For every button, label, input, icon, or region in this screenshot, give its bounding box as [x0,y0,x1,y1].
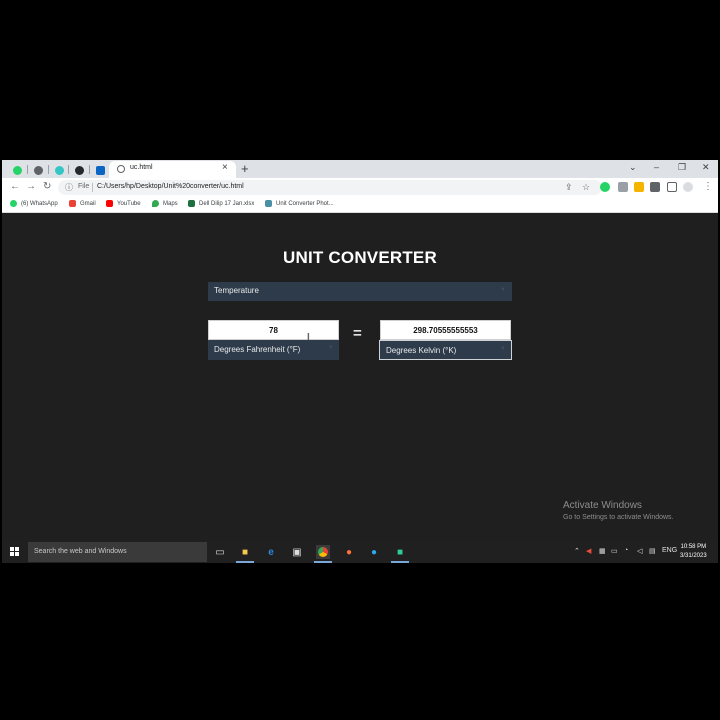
language-indicator[interactable]: ENG [662,547,677,554]
bookmark-star-icon[interactable]: ☆ [582,182,590,193]
telegram-icon[interactable]: ● [367,545,381,559]
extensions-puzzle-icon[interactable] [650,182,660,192]
taskbar-clock[interactable]: 10:58 PM 3/31/2023 [680,543,707,561]
chrome-icon[interactable] [316,545,330,559]
close-tab-icon[interactable]: × [222,162,228,173]
store-icon[interactable]: ▣ [290,545,304,559]
extension-icon[interactable] [618,182,628,192]
chevron-down-icon: ▼ [500,346,506,352]
whatsapp-icon [10,200,17,207]
equals-sign: = [353,325,362,342]
excel-icon [188,200,195,207]
chevron-down-icon: ▼ [328,345,334,351]
tray-notification-icon[interactable]: ▤ [649,547,656,555]
browser-toolbar: ← → ↻ ⓘ File C:/Users/hp/Desktop/Unit%20… [2,178,718,197]
tab-strip: uc.html × + ⌄ – ❐ ✕ [2,160,718,178]
minimize-button[interactable]: – [654,162,659,172]
site-icon [54,165,64,175]
image-icon [265,200,272,207]
edge-icon[interactable]: e [264,545,278,559]
clock-time: 10:58 PM [680,544,707,550]
globe-icon [33,165,43,175]
bookmark-gmail[interactable]: Gmail [69,200,96,207]
tab-github[interactable] [70,162,88,178]
globe-icon [117,165,125,173]
bookmark-unit-converter[interactable]: Unit Converter Phot... [265,200,334,207]
youtube-icon [106,200,113,207]
linkedin-icon [95,165,105,175]
to-value-input[interactable]: 298.70555555553 [380,320,511,340]
tray-network-icon[interactable]: ▦ [599,547,606,555]
github-icon [74,165,84,175]
start-windows-icon[interactable] [10,547,20,557]
tab-linkedin[interactable] [91,162,109,178]
close-window-button[interactable]: ✕ [702,162,710,173]
tray-chevron-up-icon[interactable]: ⌃ [574,547,580,555]
share-icon[interactable]: ⇪ [565,182,573,193]
bookmarks-bar: (6) WhatsApp Gmail YouTube Maps Dell Dil… [2,197,718,213]
reload-icon[interactable]: ↻ [43,181,51,192]
profile-avatar[interactable] [683,182,693,192]
tray-battery-icon[interactable]: ▭ [611,547,618,555]
file-explorer-icon[interactable]: ■ [238,545,252,559]
active-tab-title: uc.html [130,164,153,171]
activate-windows-watermark: Activate Windows Go to Settings to activ… [563,500,674,521]
activate-heading: Activate Windows [563,500,642,511]
url-scheme-label: File [78,183,90,190]
extension-a-icon[interactable] [634,182,644,192]
tab-cyan[interactable] [50,162,68,178]
gmail-icon [69,200,76,207]
maximize-button[interactable]: ❐ [678,162,686,173]
screen: uc.html × + ⌄ – ❐ ✕ ← → ↻ ⓘ File C:/User… [2,160,718,563]
firefox-icon[interactable]: ● [342,545,356,559]
app-green-icon[interactable]: ■ [393,545,407,559]
category-select-value: Temperature [214,286,259,295]
maps-pin-icon [152,200,159,207]
side-panel-icon[interactable] [667,182,677,192]
tray-wifi-icon[interactable]: ◔ [624,547,628,554]
taskbar: Search the web and Windows ▭ ■ e ▣ ● ● ■… [2,541,718,563]
to-unit-select[interactable]: Degrees Kelvin (°K) ▼ [379,340,512,360]
from-unit-select[interactable]: Degrees Fahrenheit (°F) ▼ [208,340,339,360]
url-text[interactable]: C:/Users/hp/Desktop/Unit%20converter/uc.… [97,183,244,190]
from-unit-value: Degrees Fahrenheit (°F) [214,345,301,354]
back-icon[interactable]: ← [10,181,20,192]
address-bar[interactable]: ⓘ File C:/Users/hp/Desktop/Unit%20conver… [58,180,602,195]
taskbar-search-placeholder: Search the web and Windows [34,548,127,555]
tray-alert-icon[interactable]: ◀ [586,547,591,555]
new-tab-button[interactable]: + [241,160,249,177]
task-view-icon[interactable]: ▭ [213,545,227,559]
activate-subtext: Go to Settings to activate Windows. [563,514,674,521]
bookmark-excel-file[interactable]: Dell Dilip 17 Jan.xlsx [188,200,254,207]
tray-volume-icon[interactable]: ◁ [637,547,642,555]
to-unit-value: Degrees Kelvin (°K) [386,346,457,355]
extension-whatsapp-icon[interactable] [600,182,610,192]
bookmark-youtube[interactable]: YouTube [106,200,141,207]
tab-search-button[interactable]: ⌄ [629,162,637,173]
active-tab[interactable]: uc.html × [109,161,236,178]
taskbar-search-box[interactable]: Search the web and Windows [28,542,207,562]
forward-icon[interactable]: → [26,181,36,192]
whatsapp-icon [12,165,22,175]
page-content: UNIT CONVERTER Temperature ▼ 78 I = 298.… [2,213,718,541]
menu-kebab-icon[interactable]: ⋮ [703,181,713,192]
chevron-down-icon: ▼ [500,287,506,293]
bookmark-maps[interactable]: Maps [152,200,178,207]
tab-whatsapp[interactable] [8,162,26,178]
info-icon[interactable]: ⓘ [65,182,73,193]
category-select[interactable]: Temperature ▼ [208,282,512,301]
from-value-input[interactable]: 78 [208,320,339,340]
tab-globe[interactable] [29,162,47,178]
bookmark-whatsapp[interactable]: (6) WhatsApp [10,200,58,207]
clock-date: 3/31/2023 [680,553,707,559]
app-title: UNIT CONVERTER [283,248,437,267]
